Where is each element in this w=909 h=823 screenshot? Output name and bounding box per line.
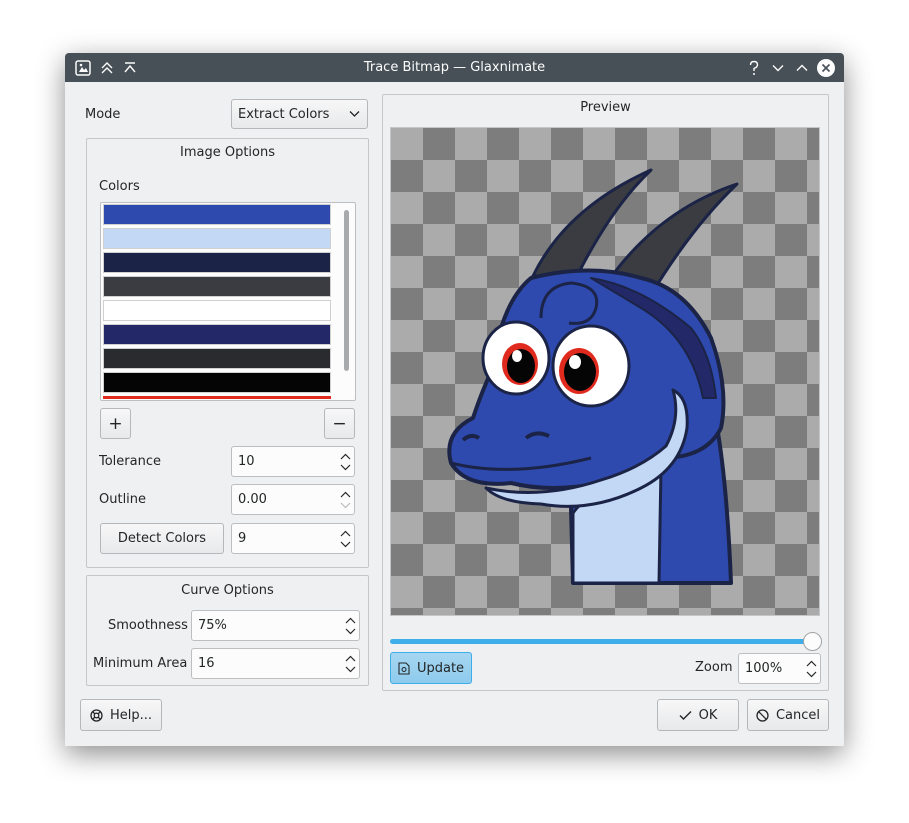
color-swatch[interactable] bbox=[103, 348, 331, 369]
ok-label: OK bbox=[698, 707, 718, 723]
mode-label: Mode bbox=[85, 107, 121, 122]
curve-options-group: Curve Options Smoothness 75% Minimum Are… bbox=[86, 575, 369, 686]
ok-button[interactable]: OK bbox=[657, 699, 739, 731]
mode-value: Extract Colors bbox=[238, 106, 330, 122]
dialog-window: Trace Bitmap — Glaxnimate Mode Extract C… bbox=[65, 53, 844, 746]
smoothness-spinbox[interactable]: 75% bbox=[191, 610, 360, 641]
zoom-label: Zoom bbox=[695, 660, 733, 675]
lifebuoy-icon bbox=[90, 708, 103, 722]
color-swatch[interactable] bbox=[103, 204, 331, 225]
min-area-spinbox[interactable]: 16 bbox=[191, 648, 360, 679]
cancel-icon bbox=[756, 708, 769, 722]
cancel-button[interactable]: Cancel bbox=[747, 699, 829, 731]
min-area-label: Minimum Area bbox=[93, 656, 188, 671]
colors-list-scrollbar[interactable] bbox=[344, 210, 349, 371]
dialog-content: Mode Extract Colors Image Options Colors… bbox=[65, 82, 844, 746]
tolerance-value: 10 bbox=[238, 454, 255, 469]
curve-options-title: Curve Options bbox=[181, 583, 274, 598]
image-options-title: Image Options bbox=[179, 145, 275, 160]
colors-label: Colors bbox=[99, 179, 140, 194]
tolerance-spinbox[interactable]: 10 bbox=[231, 446, 355, 477]
image-options-group: Image Options Colors + − Tolerance 10 Ou… bbox=[86, 138, 369, 568]
preview-title: Preview bbox=[580, 100, 631, 115]
outline-spinbox[interactable]: 0.00 bbox=[231, 484, 355, 515]
preview-canvas[interactable] bbox=[390, 127, 820, 616]
update-button[interactable]: Update bbox=[390, 652, 472, 684]
smoothness-stepper[interactable] bbox=[343, 611, 357, 640]
zoom-value: 100% bbox=[745, 661, 783, 676]
tolerance-label: Tolerance bbox=[99, 454, 161, 469]
zoom-stepper[interactable] bbox=[804, 654, 818, 683]
tolerance-stepper[interactable] bbox=[338, 447, 352, 476]
outline-value: 0.00 bbox=[238, 492, 267, 507]
detect-count-value: 9 bbox=[238, 531, 247, 546]
color-swatch[interactable] bbox=[103, 252, 331, 273]
context-help-icon[interactable] bbox=[744, 58, 764, 78]
min-area-stepper[interactable] bbox=[343, 649, 357, 678]
detect-count-spinbox[interactable]: 9 bbox=[231, 523, 355, 554]
cancel-label: Cancel bbox=[775, 707, 821, 723]
update-label: Update bbox=[416, 660, 465, 676]
maximize-icon[interactable] bbox=[792, 58, 812, 78]
help-label: Help... bbox=[109, 707, 153, 723]
add-color-button[interactable]: + bbox=[100, 408, 131, 439]
colors-list[interactable] bbox=[100, 202, 356, 401]
outline-label: Outline bbox=[99, 492, 147, 507]
preview-slider[interactable] bbox=[390, 632, 822, 652]
color-swatch[interactable] bbox=[103, 228, 331, 249]
remove-color-button[interactable]: − bbox=[324, 408, 355, 439]
outline-stepper[interactable] bbox=[338, 485, 352, 514]
chevron-down-icon bbox=[349, 111, 360, 117]
checkmark-icon bbox=[679, 710, 692, 720]
color-swatch[interactable] bbox=[103, 276, 331, 297]
smoothness-value: 75% bbox=[198, 618, 227, 633]
detect-count-stepper[interactable] bbox=[338, 524, 352, 553]
minimize-icon[interactable] bbox=[768, 58, 788, 78]
preview-group: Preview Update Zoom 100% bbox=[382, 94, 829, 691]
slider-track bbox=[390, 639, 814, 644]
help-button[interactable]: Help... bbox=[80, 699, 162, 731]
slider-handle[interactable] bbox=[803, 632, 822, 651]
detect-colors-button[interactable]: Detect Colors bbox=[100, 523, 224, 554]
min-area-value: 16 bbox=[198, 656, 215, 671]
color-swatch[interactable] bbox=[103, 324, 331, 345]
color-swatch[interactable] bbox=[103, 300, 331, 321]
color-swatch-partial[interactable] bbox=[103, 396, 331, 399]
title-bar: Trace Bitmap — Glaxnimate bbox=[65, 53, 844, 82]
document-icon bbox=[398, 661, 410, 675]
mode-dropdown[interactable]: Extract Colors bbox=[231, 99, 368, 129]
smoothness-label: Smoothness bbox=[108, 618, 188, 633]
color-swatch[interactable] bbox=[103, 372, 331, 393]
zoom-spinbox[interactable]: 100% bbox=[738, 653, 821, 684]
window-title: Trace Bitmap — Glaxnimate bbox=[363, 60, 546, 75]
close-icon[interactable] bbox=[816, 58, 836, 78]
